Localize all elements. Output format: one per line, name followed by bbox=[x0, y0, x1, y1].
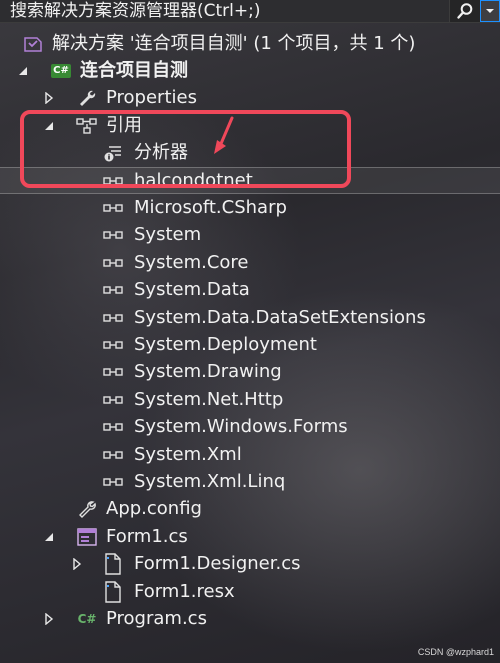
expanded-arrow-icon[interactable] bbox=[42, 119, 56, 133]
assembly-reference-icon bbox=[102, 279, 124, 301]
solution-tree: 解决方案 '连合项目自测' (1 个项目，共 1 个) C# 连合项目自测 Pr… bbox=[0, 30, 500, 633]
file-icon bbox=[102, 553, 124, 575]
tree-item-label: Properties bbox=[106, 87, 197, 109]
tree-item-label: 解决方案 '连合项目自测' (1 个项目，共 1 个) bbox=[52, 32, 416, 54]
tree-item-properties[interactable]: Properties bbox=[0, 85, 500, 112]
tree-item-label: App.config bbox=[106, 498, 202, 520]
tree-item-project[interactable]: C# 连合项目自测 bbox=[0, 57, 500, 84]
reference-item-system-core[interactable]: System.Core bbox=[0, 249, 500, 276]
references-icon bbox=[76, 115, 98, 137]
collapsed-arrow-icon[interactable] bbox=[70, 557, 84, 571]
assembly-reference-icon bbox=[102, 361, 124, 383]
reference-item-system-net-http[interactable]: System.Net.Http bbox=[0, 386, 500, 413]
reference-item-halcondotnet[interactable]: halcondotnet bbox=[0, 166, 500, 195]
analyzer-icon bbox=[102, 142, 124, 164]
tree-item-label: Form1.cs bbox=[106, 525, 188, 547]
tree-item-label: Form1.resx bbox=[134, 580, 235, 602]
tree-item-label: System bbox=[134, 224, 202, 246]
csharp-project-icon: C# bbox=[51, 64, 71, 79]
tree-item-label: halcondotnet bbox=[134, 169, 253, 191]
assembly-reference-icon bbox=[102, 197, 124, 219]
tree-item-label: System.Drawing bbox=[134, 361, 282, 383]
tree-item-app-config[interactable]: App.config bbox=[0, 496, 500, 523]
collapsed-arrow-icon[interactable] bbox=[42, 91, 56, 105]
search-icon bbox=[457, 3, 473, 19]
tree-item-label: System.Data bbox=[134, 279, 250, 301]
tree-item-label: 引用 bbox=[106, 114, 142, 136]
assembly-reference-icon bbox=[102, 416, 124, 438]
collapsed-arrow-icon[interactable] bbox=[42, 612, 56, 626]
wrench-icon bbox=[76, 87, 98, 109]
reference-item-system-data-datasetextensions[interactable]: System.Data.DataSetExtensions bbox=[0, 304, 500, 331]
reference-item-microsoft-csharp[interactable]: Microsoft.CSharp bbox=[0, 194, 500, 221]
tree-item-label: System.Data.DataSetExtensions bbox=[134, 306, 426, 328]
tree-item-analyzers[interactable]: 分析器 bbox=[0, 140, 500, 167]
tree-item-label: Program.cs bbox=[106, 607, 207, 629]
csharp-file-icon: C# bbox=[77, 611, 97, 626]
reference-item-system-drawing[interactable]: System.Drawing bbox=[0, 359, 500, 386]
assembly-reference-icon bbox=[102, 170, 124, 192]
tree-item-label: Form1.Designer.cs bbox=[134, 553, 301, 575]
tree-item-label: System.Xml bbox=[134, 443, 242, 465]
tree-item-references[interactable]: 引用 bbox=[0, 112, 500, 139]
tree-item-program[interactable]: C# Program.cs bbox=[0, 605, 500, 632]
tree-item-form1-designer[interactable]: Form1.Designer.cs bbox=[0, 550, 500, 577]
reference-item-system-data[interactable]: System.Data bbox=[0, 277, 500, 304]
config-icon bbox=[76, 498, 98, 520]
reference-item-system-xml-linq[interactable]: System.Xml.Linq bbox=[0, 468, 500, 495]
search-options-dropdown[interactable] bbox=[480, 0, 500, 22]
tree-item-label: 分析器 bbox=[134, 142, 188, 164]
reference-item-system-windows-forms[interactable]: System.Windows.Forms bbox=[0, 413, 500, 440]
tree-item-form1[interactable]: Form1.cs bbox=[0, 523, 500, 550]
reference-item-system-deployment[interactable]: System.Deployment bbox=[0, 331, 500, 358]
search-button[interactable] bbox=[449, 0, 480, 22]
reference-item-system-xml[interactable]: System.Xml bbox=[0, 441, 500, 468]
tree-item-label: System.Core bbox=[134, 251, 249, 273]
tree-item-solution[interactable]: 解决方案 '连合项目自测' (1 个项目，共 1 个) bbox=[0, 30, 500, 57]
tree-item-label: Microsoft.CSharp bbox=[134, 197, 287, 219]
expanded-arrow-icon[interactable] bbox=[42, 530, 56, 544]
tree-item-label: System.Deployment bbox=[134, 333, 317, 355]
watermark: CSDN @wzphard1 bbox=[417, 647, 494, 657]
assembly-reference-icon bbox=[102, 444, 124, 466]
expanded-arrow-icon[interactable] bbox=[16, 64, 30, 78]
form-icon bbox=[76, 526, 98, 548]
solution-explorer-search: 搜索解决方案资源管理器(Ctrl+;) bbox=[0, 0, 500, 23]
file-icon bbox=[102, 580, 124, 603]
reference-item-system[interactable]: System bbox=[0, 222, 500, 249]
assembly-reference-icon bbox=[102, 307, 124, 329]
tree-item-label: 连合项目自测 bbox=[80, 60, 188, 82]
assembly-reference-icon bbox=[102, 471, 124, 493]
tree-item-label: System.Net.Http bbox=[134, 388, 284, 410]
chevron-down-icon bbox=[486, 9, 494, 13]
assembly-reference-icon bbox=[102, 334, 124, 356]
tree-item-form1-resx[interactable]: Form1.resx bbox=[0, 578, 500, 605]
tree-item-label: System.Xml.Linq bbox=[134, 470, 286, 492]
assembly-reference-icon bbox=[102, 224, 124, 246]
solution-icon bbox=[22, 33, 44, 55]
tree-item-label: System.Windows.Forms bbox=[134, 416, 348, 438]
assembly-reference-icon bbox=[102, 252, 124, 274]
assembly-reference-icon bbox=[102, 389, 124, 411]
search-input[interactable]: 搜索解决方案资源管理器(Ctrl+;) bbox=[0, 0, 449, 22]
